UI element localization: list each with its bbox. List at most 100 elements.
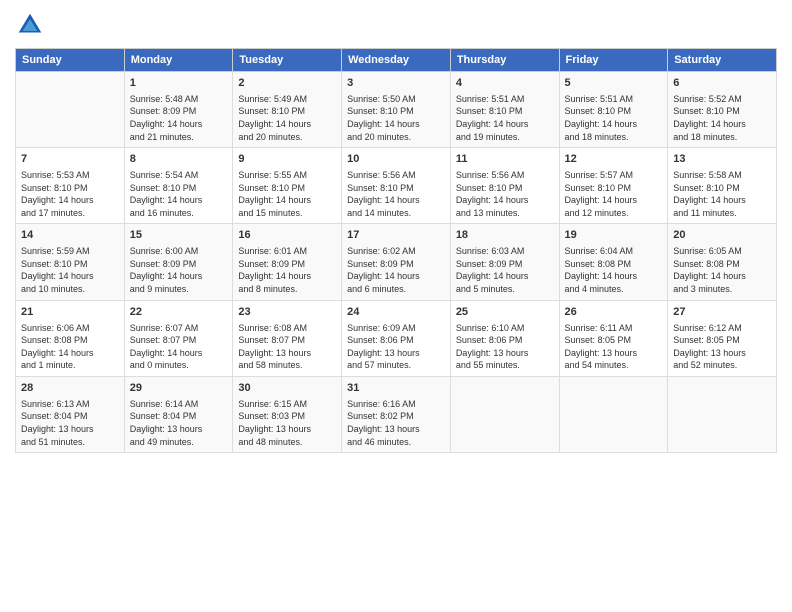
week-row-3: 14Sunrise: 5:59 AM Sunset: 8:10 PM Dayli… (16, 224, 777, 300)
calendar-cell (16, 72, 125, 148)
week-row-2: 7 Sunrise: 5:53 AM Sunset: 8:10 PM Daylig… (16, 148, 777, 224)
calendar-cell (559, 376, 668, 452)
cell-content: Sunrise: 5:49 AM Sunset: 8:10 PM Dayligh… (238, 93, 336, 143)
cell-content: Sunrise: 5:52 AM Sunset: 8:10 PM Dayligh… (673, 93, 771, 143)
calendar-cell: 14Sunrise: 5:59 AM Sunset: 8:10 PM Dayli… (16, 224, 125, 300)
calendar-cell (668, 376, 777, 452)
date-number: 5 (565, 76, 663, 91)
calendar-cell: 18 Sunrise: 6:03 AM Sunset: 8:09 PM Dayli… (450, 224, 559, 300)
cell-content: Sunrise: 5:54 AM Sunset: 8:10 PM Dayligh… (130, 169, 228, 219)
calendar-header-row: SundayMondayTuesdayWednesdayThursdayFrid… (16, 49, 777, 72)
cell-content: Sunrise: 6:00 AM Sunset: 8:09 PM Dayligh… (130, 245, 228, 295)
calendar-cell: 8Sunrise: 5:54 AM Sunset: 8:10 PM Daylig… (124, 148, 233, 224)
date-number: 2 (238, 76, 336, 91)
calendar-body: 1Sunrise: 5:48 AM Sunset: 8:09 PM Daylig… (16, 72, 777, 453)
calendar-cell: 19 Sunrise: 6:04 AM Sunset: 8:08 PM Dayli… (559, 224, 668, 300)
cell-content: Sunrise: 6:16 AM Sunset: 8:02 PM Dayligh… (347, 398, 445, 448)
calendar-cell: 9 Sunrise: 5:55 AM Sunset: 8:10 PM Daylig… (233, 148, 342, 224)
calendar-cell: 17Sunrise: 6:02 AM Sunset: 8:09 PM Dayli… (342, 224, 451, 300)
header (15, 10, 777, 40)
cell-content: Sunrise: 6:14 AM Sunset: 8:04 PM Dayligh… (130, 398, 228, 448)
cell-content: Sunrise: 5:56 AM Sunset: 8:10 PM Dayligh… (347, 169, 445, 219)
date-number: 15 (130, 228, 228, 243)
calendar-cell: 15 Sunrise: 6:00 AM Sunset: 8:09 PM Dayli… (124, 224, 233, 300)
date-number: 6 (673, 76, 771, 91)
cell-content: Sunrise: 5:53 AM Sunset: 8:10 PM Dayligh… (21, 169, 119, 219)
cell-content: Sunrise: 5:56 AM Sunset: 8:10 PM Dayligh… (456, 169, 554, 219)
column-header-friday: Friday (559, 49, 668, 72)
cell-content: Sunrise: 6:06 AM Sunset: 8:08 PM Dayligh… (21, 322, 119, 372)
date-number: 19 (565, 228, 663, 243)
date-number: 16 (238, 228, 336, 243)
cell-content: Sunrise: 5:55 AM Sunset: 8:10 PM Dayligh… (238, 169, 336, 219)
date-number: 4 (456, 76, 554, 91)
page: SundayMondayTuesdayWednesdayThursdayFrid… (0, 0, 792, 612)
calendar-cell: 1Sunrise: 5:48 AM Sunset: 8:09 PM Daylig… (124, 72, 233, 148)
date-number: 28 (21, 381, 119, 396)
date-number: 9 (238, 152, 336, 167)
cell-content: Sunrise: 5:50 AM Sunset: 8:10 PM Dayligh… (347, 93, 445, 143)
date-number: 14 (21, 228, 119, 243)
week-row-4: 21 Sunrise: 6:06 AM Sunset: 8:08 PM Dayli… (16, 300, 777, 376)
date-number: 17 (347, 228, 445, 243)
cell-content: Sunrise: 6:01 AM Sunset: 8:09 PM Dayligh… (238, 245, 336, 295)
calendar-cell: 3 Sunrise: 5:50 AM Sunset: 8:10 PM Daylig… (342, 72, 451, 148)
calendar-cell (450, 376, 559, 452)
date-number: 22 (130, 305, 228, 320)
calendar-cell: 7 Sunrise: 5:53 AM Sunset: 8:10 PM Daylig… (16, 148, 125, 224)
date-number: 29 (130, 381, 228, 396)
date-number: 11 (456, 152, 554, 167)
cell-content: Sunrise: 5:51 AM Sunset: 8:10 PM Dayligh… (456, 93, 554, 143)
calendar-cell: 5 Sunrise: 5:51 AM Sunset: 8:10 PM Daylig… (559, 72, 668, 148)
calendar-cell: 20Sunrise: 6:05 AM Sunset: 8:08 PM Dayli… (668, 224, 777, 300)
date-number: 12 (565, 152, 663, 167)
date-number: 23 (238, 305, 336, 320)
date-number: 18 (456, 228, 554, 243)
date-number: 30 (238, 381, 336, 396)
cell-content: Sunrise: 5:57 AM Sunset: 8:10 PM Dayligh… (565, 169, 663, 219)
date-number: 7 (21, 152, 119, 167)
date-number: 31 (347, 381, 445, 396)
calendar-cell: 21 Sunrise: 6:06 AM Sunset: 8:08 PM Dayli… (16, 300, 125, 376)
cell-content: Sunrise: 6:09 AM Sunset: 8:06 PM Dayligh… (347, 322, 445, 372)
date-number: 24 (347, 305, 445, 320)
date-number: 27 (673, 305, 771, 320)
cell-content: Sunrise: 5:51 AM Sunset: 8:10 PM Dayligh… (565, 93, 663, 143)
cell-content: Sunrise: 6:03 AM Sunset: 8:09 PM Dayligh… (456, 245, 554, 295)
cell-content: Sunrise: 5:58 AM Sunset: 8:10 PM Dayligh… (673, 169, 771, 219)
date-number: 13 (673, 152, 771, 167)
date-number: 10 (347, 152, 445, 167)
calendar-cell: 4 Sunrise: 5:51 AM Sunset: 8:10 PM Daylig… (450, 72, 559, 148)
calendar-cell: 22 Sunrise: 6:07 AM Sunset: 8:07 PM Dayli… (124, 300, 233, 376)
calendar-cell: 26Sunrise: 6:11 AM Sunset: 8:05 PM Dayli… (559, 300, 668, 376)
column-header-sunday: Sunday (16, 49, 125, 72)
cell-content: Sunrise: 6:10 AM Sunset: 8:06 PM Dayligh… (456, 322, 554, 372)
column-header-wednesday: Wednesday (342, 49, 451, 72)
column-header-tuesday: Tuesday (233, 49, 342, 72)
cell-content: Sunrise: 6:07 AM Sunset: 8:07 PM Dayligh… (130, 322, 228, 372)
calendar-cell: 13 Sunrise: 5:58 AM Sunset: 8:10 PM Dayli… (668, 148, 777, 224)
column-header-monday: Monday (124, 49, 233, 72)
column-header-thursday: Thursday (450, 49, 559, 72)
cell-content: Sunrise: 6:12 AM Sunset: 8:05 PM Dayligh… (673, 322, 771, 372)
calendar-cell: 6 Sunrise: 5:52 AM Sunset: 8:10 PM Daylig… (668, 72, 777, 148)
calendar-cell: 29 Sunrise: 6:14 AM Sunset: 8:04 PM Dayli… (124, 376, 233, 452)
cell-content: Sunrise: 6:11 AM Sunset: 8:05 PM Dayligh… (565, 322, 663, 372)
cell-content: Sunrise: 6:13 AM Sunset: 8:04 PM Dayligh… (21, 398, 119, 448)
week-row-1: 1Sunrise: 5:48 AM Sunset: 8:09 PM Daylig… (16, 72, 777, 148)
date-number: 20 (673, 228, 771, 243)
calendar-cell: 30Sunrise: 6:15 AM Sunset: 8:03 PM Dayli… (233, 376, 342, 452)
date-number: 3 (347, 76, 445, 91)
calendar-cell: 11 Sunrise: 5:56 AM Sunset: 8:10 PM Dayli… (450, 148, 559, 224)
calendar-cell: 25 Sunrise: 6:10 AM Sunset: 8:06 PM Dayli… (450, 300, 559, 376)
cell-content: Sunrise: 6:04 AM Sunset: 8:08 PM Dayligh… (565, 245, 663, 295)
date-number: 21 (21, 305, 119, 320)
date-number: 25 (456, 305, 554, 320)
logo (15, 10, 49, 40)
week-row-5: 28 Sunrise: 6:13 AM Sunset: 8:04 PM Dayli… (16, 376, 777, 452)
calendar-cell: 10 Sunrise: 5:56 AM Sunset: 8:10 PM Dayli… (342, 148, 451, 224)
calendar-cell: 2 Sunrise: 5:49 AM Sunset: 8:10 PM Daylig… (233, 72, 342, 148)
calendar-cell: 27 Sunrise: 6:12 AM Sunset: 8:05 PM Dayli… (668, 300, 777, 376)
calendar-table: SundayMondayTuesdayWednesdayThursdayFrid… (15, 48, 777, 453)
calendar-cell: 23Sunrise: 6:08 AM Sunset: 8:07 PM Dayli… (233, 300, 342, 376)
